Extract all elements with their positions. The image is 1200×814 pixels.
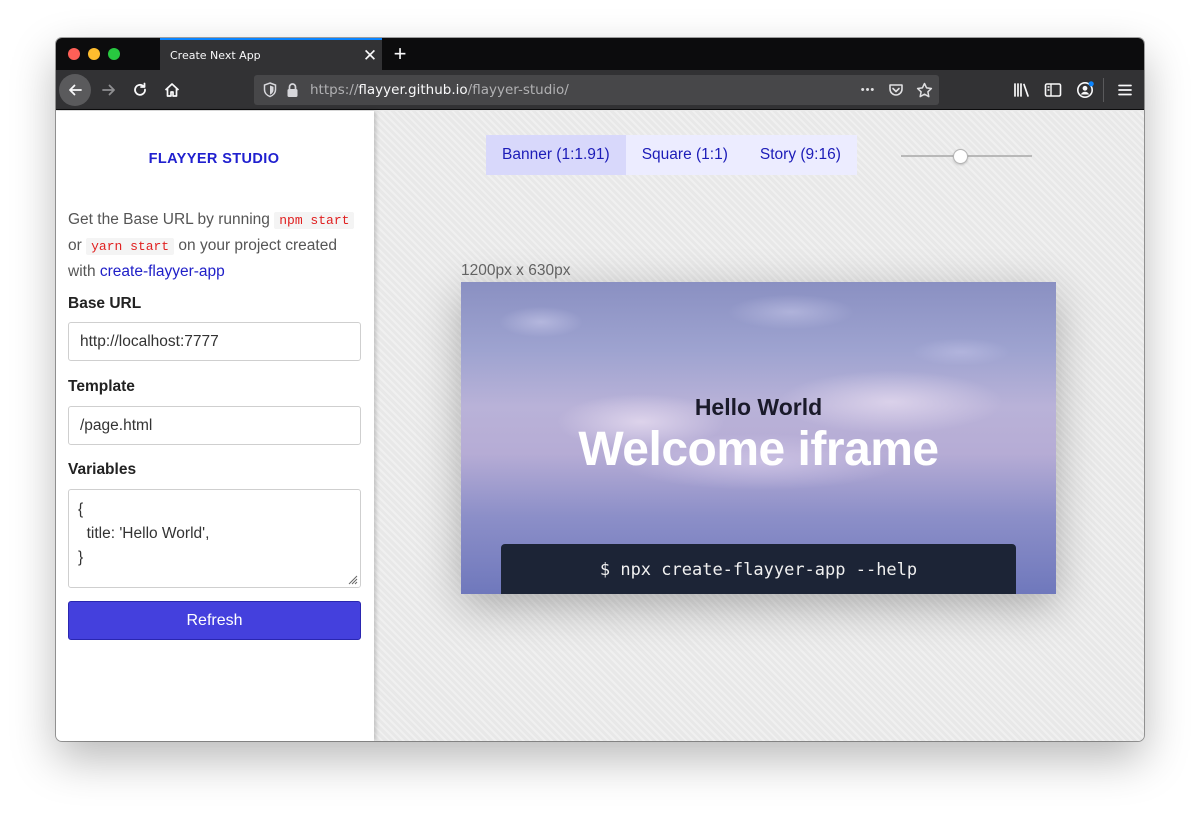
forward-arrow-icon (102, 84, 115, 96)
navigation-bar: https://flayyer.github.io/flayyer-studio… (56, 70, 1144, 110)
back-arrow-icon (69, 84, 82, 96)
back-button[interactable] (59, 74, 91, 106)
sidebar-toggle-button[interactable] (1037, 74, 1069, 106)
tab-story[interactable]: Story (9:16) (744, 135, 857, 175)
close-tab-icon[interactable]: ✕ (358, 47, 382, 64)
url-actions: ••• (857, 79, 935, 101)
account-button[interactable] (1069, 74, 1101, 106)
help-text-part: or (68, 237, 87, 254)
zoom-slider[interactable] (901, 149, 1032, 164)
base-url-label: Base URL (68, 295, 142, 312)
preview-canvas: Banner (1:1.91) Square (1:1) Story (9:16… (374, 111, 1144, 741)
tab-create-next-app[interactable]: Create Next App ✕ (160, 38, 382, 70)
library-icon (1014, 83, 1029, 97)
account-icon (1077, 81, 1094, 98)
preview-dimensions: 1200px x 630px (461, 262, 571, 279)
zoom-slider-thumb[interactable] (953, 149, 968, 164)
resize-grip-icon[interactable] (348, 575, 358, 585)
preview-frame[interactable]: Hello World Welcome iframe $ npx create-… (461, 282, 1056, 594)
brand-title: FLAYYER STUDIO (148, 151, 280, 167)
reload-button[interactable] (124, 74, 156, 106)
browser-window: Create Next App ✕ + https://flayyer.gith… (56, 38, 1144, 741)
home-button[interactable] (156, 74, 188, 106)
pocket-icon[interactable] (885, 79, 907, 101)
template-input[interactable]: /page.html (68, 406, 361, 445)
forward-button[interactable] (93, 74, 125, 106)
create-flayyer-app-link[interactable]: create-flayyer-app (100, 263, 225, 280)
url-bar[interactable]: https://flayyer.github.io/flayyer-studio… (254, 75, 939, 105)
url-path: /flayyer-studio/ (467, 82, 569, 98)
npm-start-code: npm start (274, 212, 355, 229)
url-host: flayyer.github.io (358, 82, 468, 98)
tracking-shield-icon[interactable] (260, 80, 280, 100)
page-content: FLAYYER STUDIO Get the Base URL by runni… (56, 111, 1144, 741)
zoom-window-button[interactable] (108, 48, 120, 60)
toolbar-separator (1103, 78, 1104, 102)
url-scheme: https:// (310, 82, 359, 98)
window-controls (68, 48, 120, 60)
url-text[interactable]: https://flayyer.github.io/flayyer-studio… (310, 82, 569, 98)
lock-icon[interactable] (282, 80, 302, 100)
hamburger-menu-icon (1118, 84, 1132, 96)
menu-button[interactable] (1109, 74, 1141, 106)
variables-value: { title: 'Hello World', } (78, 501, 210, 566)
library-button[interactable] (1006, 74, 1038, 106)
variables-label: Variables (68, 461, 137, 478)
reload-icon (134, 82, 146, 96)
bookmark-star-icon[interactable] (913, 79, 935, 101)
close-window-button[interactable] (68, 48, 80, 60)
preview-subtitle: Hello World (694, 394, 823, 420)
new-tab-button[interactable]: + (390, 42, 410, 66)
tab-strip: Create Next App ✕ + (56, 38, 1144, 70)
tab-banner[interactable]: Banner (1:1.91) (486, 135, 626, 175)
yarn-start-code: yarn start (86, 238, 175, 255)
base-url-input[interactable]: http://localhost:7777 (68, 322, 361, 361)
format-tabs: Banner (1:1.91) Square (1:1) Story (9:16… (486, 135, 857, 175)
studio-sidebar: FLAYYER STUDIO Get the Base URL by runni… (56, 111, 374, 741)
variables-textarea[interactable]: { title: 'Hello World', } (68, 489, 361, 588)
page-actions-icon[interactable]: ••• (857, 79, 879, 101)
refresh-button[interactable]: Refresh (68, 601, 361, 640)
help-text: Get the Base URL by running npm start or… (68, 207, 362, 284)
template-label: Template (68, 378, 135, 395)
tab-square[interactable]: Square (1:1) (626, 135, 744, 175)
home-icon (164, 83, 180, 97)
sidebar-icon (1044, 83, 1062, 97)
tab-title: Create Next App (170, 48, 261, 62)
preview-title: Welcome iframe (578, 423, 939, 476)
command-box: $ npx create-flayyer-app --help (501, 544, 1016, 594)
minimize-window-button[interactable] (88, 48, 100, 60)
help-text-part: Get the Base URL by running (68, 211, 275, 228)
